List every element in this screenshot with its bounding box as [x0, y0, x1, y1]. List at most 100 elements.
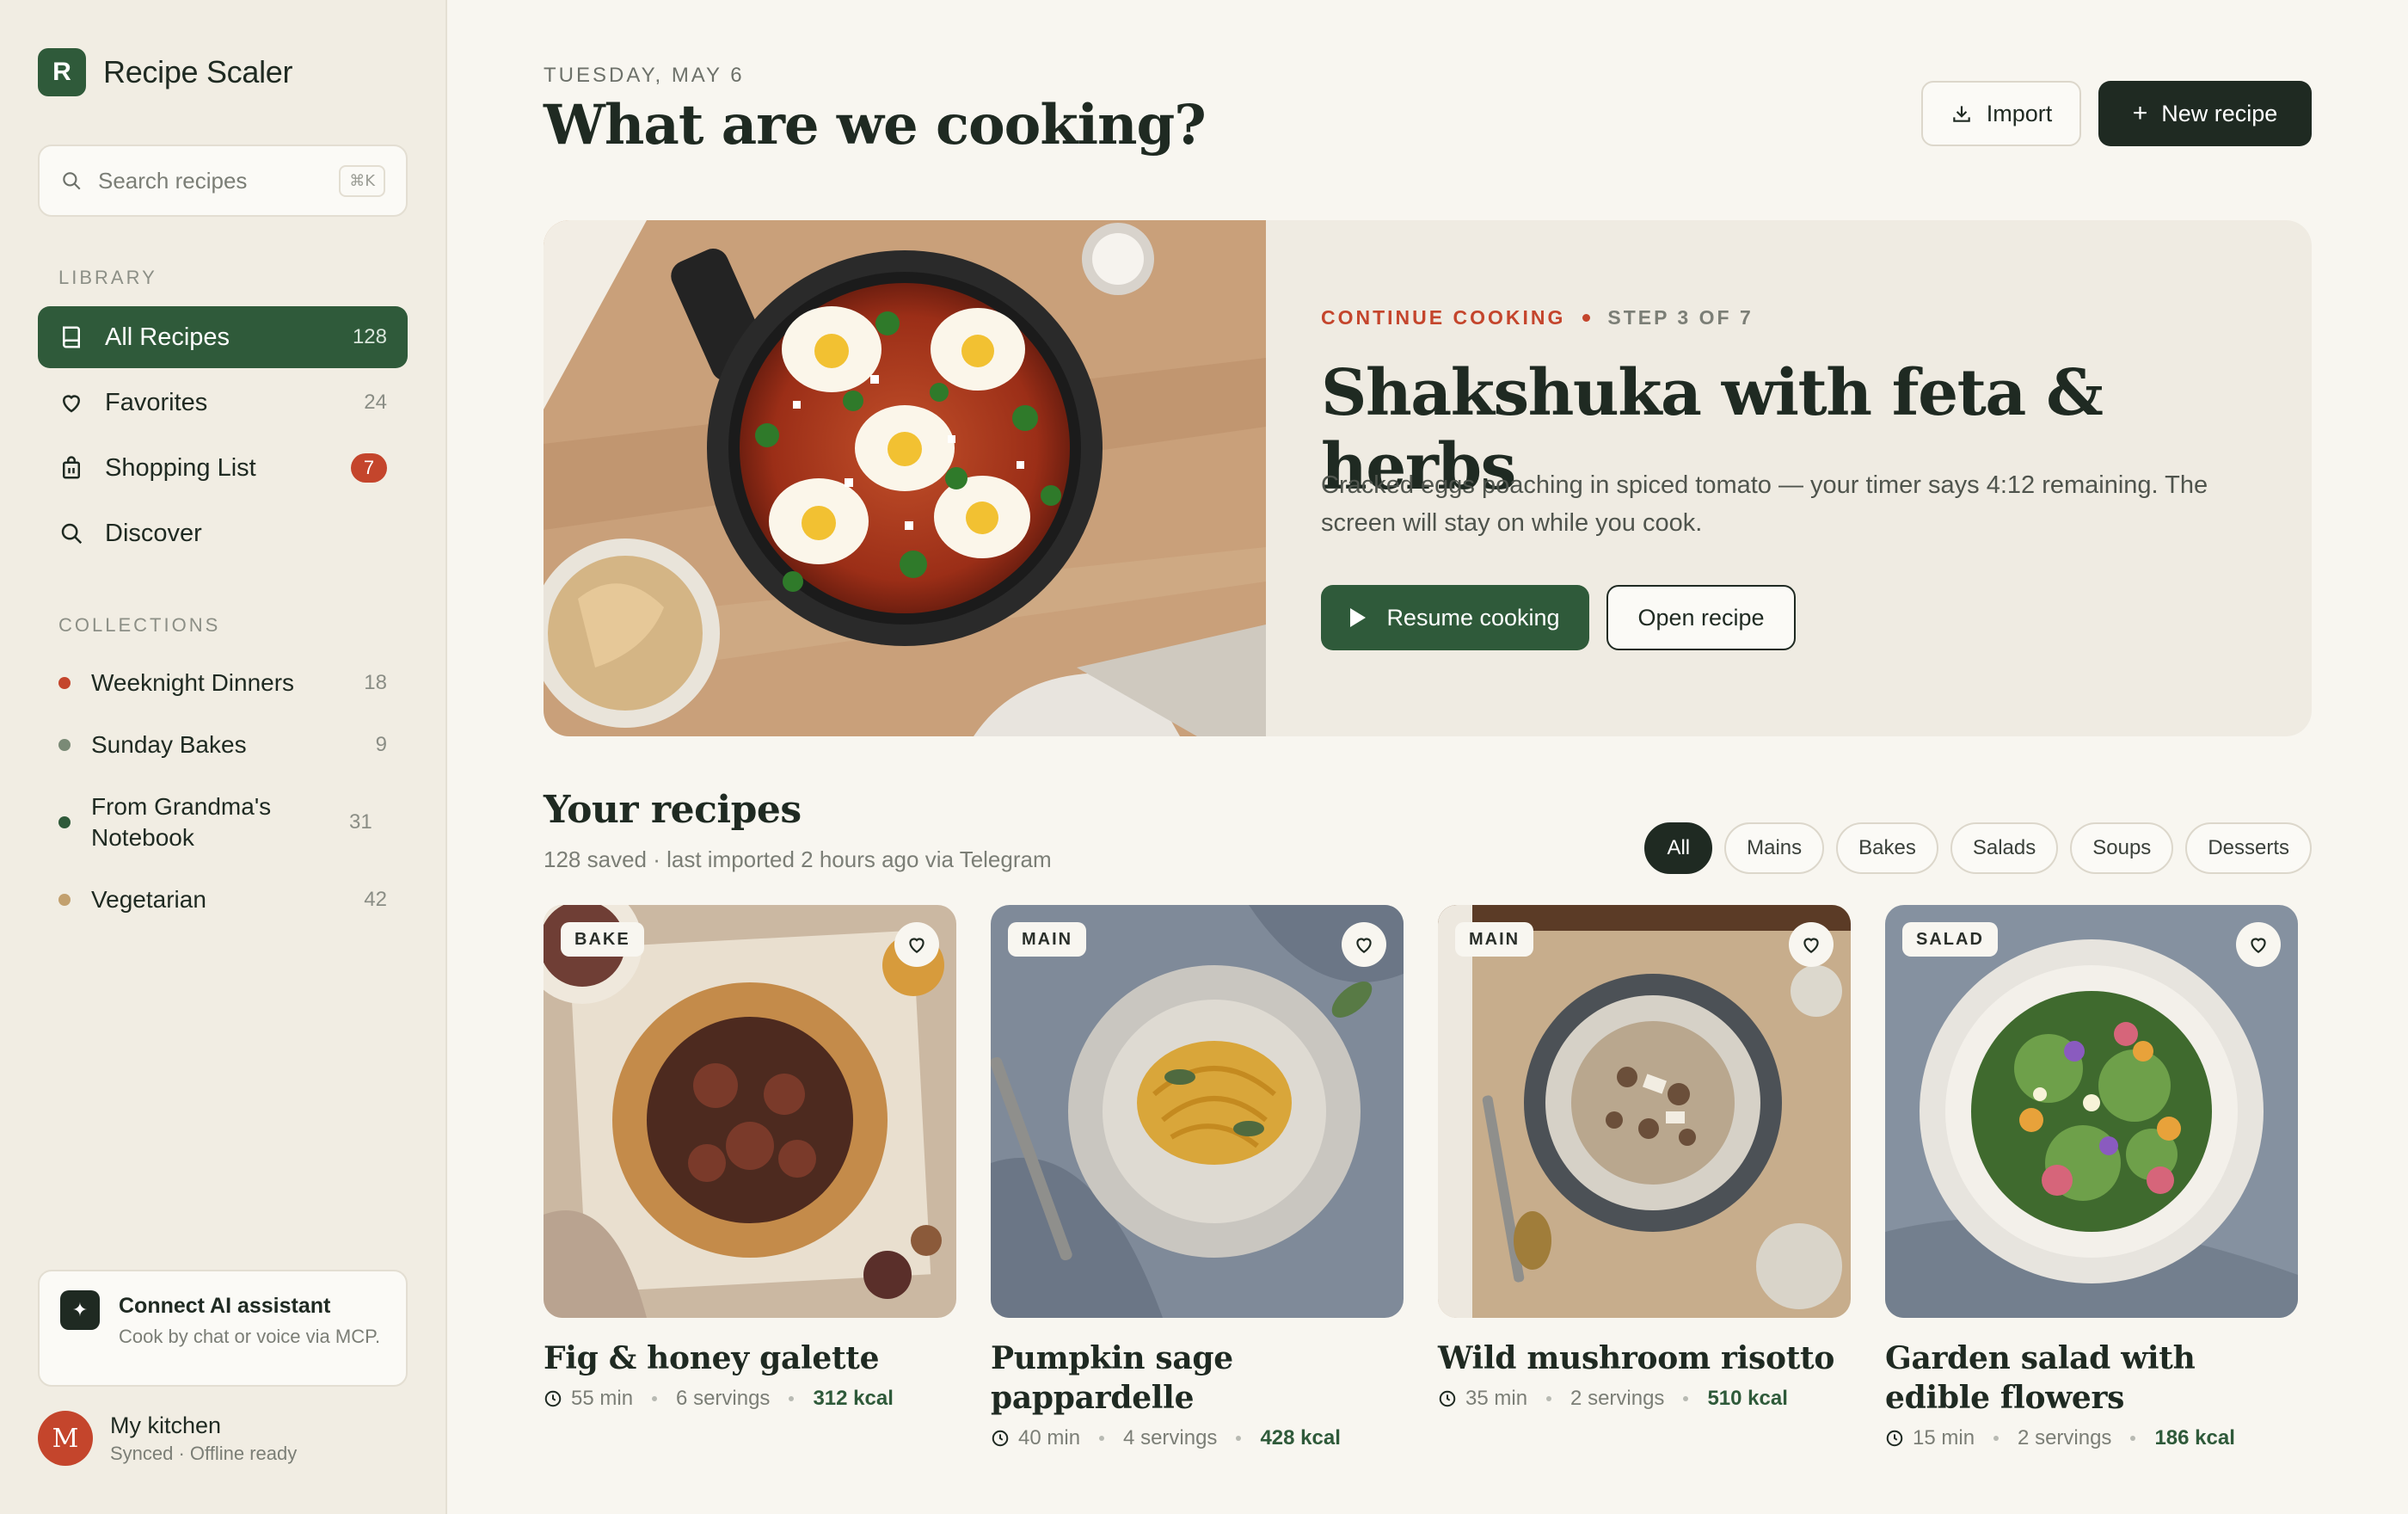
recipe-servings: 2 servings — [1570, 1387, 1665, 1410]
filter-salads[interactable]: Salads — [1950, 822, 2059, 874]
recipe-servings: 2 servings — [2018, 1426, 2112, 1449]
collection-color-dot — [58, 739, 71, 751]
search-input[interactable]: Search recipes ⌘K — [38, 145, 408, 217]
separator-dot — [1582, 314, 1591, 322]
search-icon — [63, 172, 81, 190]
recipe-meta: 55 min 6 servings 312 kcal — [544, 1387, 956, 1411]
sync-status: Synced · Offline ready — [110, 1442, 298, 1464]
collection-sunday-bakes[interactable]: Sunday Bakes 9 — [38, 729, 408, 760]
heart-icon — [909, 938, 924, 953]
current-date: TUESDAY, MAY 6 — [544, 64, 745, 87]
search-icon — [61, 523, 83, 545]
connect-assistant-card[interactable]: ✦ Connect AI assistant Cook by chat or v… — [38, 1270, 408, 1387]
recipe-image: BAKE — [544, 905, 956, 1318]
collection-vegetarian[interactable]: Vegetarian 42 — [38, 884, 408, 915]
open-recipe-label: Open recipe — [1637, 604, 1765, 631]
recipe-title: Fig & honey galette — [544, 1340, 880, 1376]
recipe-time: 35 min — [1465, 1387, 1528, 1410]
sidebar-item-shopping-list[interactable]: Shopping List 7 — [38, 437, 408, 499]
meta-separator — [652, 1396, 658, 1401]
collection-count: 9 — [375, 733, 387, 756]
continue-label: CONTINUE COOKING — [1321, 306, 1566, 329]
hero-description: Cracked eggs poaching in spiced tomato —… — [1321, 471, 2208, 537]
shopping-count-badge: 7 — [351, 453, 387, 483]
recipe-servings: 4 servings — [1123, 1426, 1218, 1449]
download-icon — [1952, 106, 1970, 122]
recipe-image: MAIN — [991, 905, 1404, 1318]
recipe-time: 40 min — [1018, 1426, 1081, 1449]
avatar: M — [38, 1411, 93, 1466]
recipe-card[interactable]: MAIN Wild mushroom risotto 35 min 2 serv… — [1438, 905, 1851, 1411]
favorite-button[interactable] — [894, 922, 939, 967]
recipe-title: Wild mushroom risotto — [1438, 1340, 1835, 1376]
sidebar-item-discover[interactable]: Discover — [38, 502, 408, 564]
category-filters: All Mains Bakes Salads Soups Desserts — [1632, 822, 2312, 874]
sidebar-item-count: 128 — [352, 325, 387, 348]
collection-label: From Grandma's Notebook — [91, 793, 272, 851]
category-tag: SALAD — [1902, 922, 1998, 957]
filter-mains[interactable]: Mains — [1724, 822, 1825, 874]
shopping-bag-icon — [63, 456, 80, 479]
import-button[interactable]: Import — [1921, 81, 2081, 146]
clock-icon — [544, 1390, 562, 1407]
assistant-subtitle: Cook by chat or voice via MCP. — [119, 1326, 381, 1347]
recipe-time: 55 min — [571, 1387, 634, 1410]
recipe-card[interactable]: SALAD Garden salad with edible flowers 1… — [1885, 905, 2298, 1450]
collection-count: 42 — [364, 888, 387, 911]
collection-color-dot — [58, 816, 71, 828]
recipe-calories: 510 kcal — [1707, 1387, 1788, 1410]
new-recipe-button[interactable]: + New recipe — [2098, 81, 2312, 146]
meta-separator — [1236, 1436, 1242, 1441]
sidebar-item-label: Favorites — [105, 388, 208, 416]
filter-bakes[interactable]: Bakes — [1836, 822, 1938, 874]
category-tag: BAKE — [561, 922, 644, 957]
brand[interactable]: R Recipe Scaler — [38, 48, 293, 96]
open-recipe-button[interactable]: Open recipe — [1606, 585, 1796, 650]
sidebar-item-all-recipes[interactable]: All Recipes 128 — [38, 306, 408, 368]
recipe-meta: 15 min 2 servings 186 kcal — [1885, 1426, 2298, 1450]
assistant-title: Connect AI assistant — [119, 1294, 331, 1318]
meta-separator — [1099, 1436, 1105, 1441]
collection-grandmas-notebook[interactable]: From Grandma's Notebook 31 — [38, 791, 408, 853]
recipe-image: MAIN — [1438, 905, 1851, 1318]
plus-icon: + — [2132, 99, 2148, 127]
filter-desserts[interactable]: Desserts — [2185, 822, 2312, 874]
collection-weeknight-dinners[interactable]: Weeknight Dinners 18 — [38, 668, 408, 699]
sparkle-icon: ✦ — [60, 1290, 100, 1330]
clock-icon — [1439, 1390, 1456, 1407]
recipe-title: Garden salad with edible flowers — [1885, 1340, 2196, 1416]
meta-separator — [1683, 1396, 1689, 1401]
hero-eyebrow: CONTINUE COOKING STEP 3 OF 7 — [1321, 306, 1754, 329]
collection-label: Sunday Bakes — [91, 731, 247, 758]
page-title: What are we cooking? — [544, 93, 1207, 157]
heart-icon — [62, 395, 81, 413]
recipe-meta: 40 min 4 servings 428 kcal — [991, 1426, 1404, 1450]
play-icon — [1350, 608, 1367, 627]
favorite-button[interactable] — [2236, 922, 2281, 967]
category-tag: MAIN — [1008, 922, 1087, 957]
collection-label: Vegetarian — [91, 886, 206, 913]
sidebar-item-favorites[interactable]: Favorites 24 — [38, 372, 408, 434]
favorite-button[interactable] — [1342, 922, 1386, 967]
heart-icon — [1803, 938, 1819, 953]
resume-cooking-button[interactable]: Resume cooking — [1321, 585, 1589, 650]
recipe-time: 15 min — [1913, 1426, 1975, 1449]
profile[interactable]: M My kitchen Synced · Offline ready — [38, 1411, 297, 1466]
section-subtitle: 128 saved · last imported 2 hours ago vi… — [544, 846, 1052, 872]
meta-separator — [2130, 1436, 2136, 1441]
recipe-card[interactable]: BAKE Fig & honey galette 55 min 6 servin… — [544, 905, 956, 1411]
collection-count: 18 — [364, 671, 387, 694]
search-placeholder: Search recipes — [98, 167, 248, 194]
filter-all[interactable]: All — [1644, 822, 1713, 874]
recipe-meta: 35 min 2 servings 510 kcal — [1438, 1387, 1851, 1411]
filter-soups[interactable]: Soups — [2070, 822, 2174, 874]
favorite-button[interactable] — [1789, 922, 1834, 967]
book-icon — [63, 326, 80, 348]
collection-label: Weeknight Dinners — [91, 669, 295, 696]
collection-color-dot — [58, 677, 71, 689]
collections-label: COLLECTIONS — [58, 614, 221, 636]
sidebar-item-label: All Recipes — [105, 323, 230, 351]
resume-label: Resume cooking — [1386, 604, 1560, 631]
app-logo: R — [38, 48, 86, 96]
recipe-card[interactable]: MAIN Pumpkin sage pappardelle 40 min 4 s… — [991, 905, 1404, 1450]
